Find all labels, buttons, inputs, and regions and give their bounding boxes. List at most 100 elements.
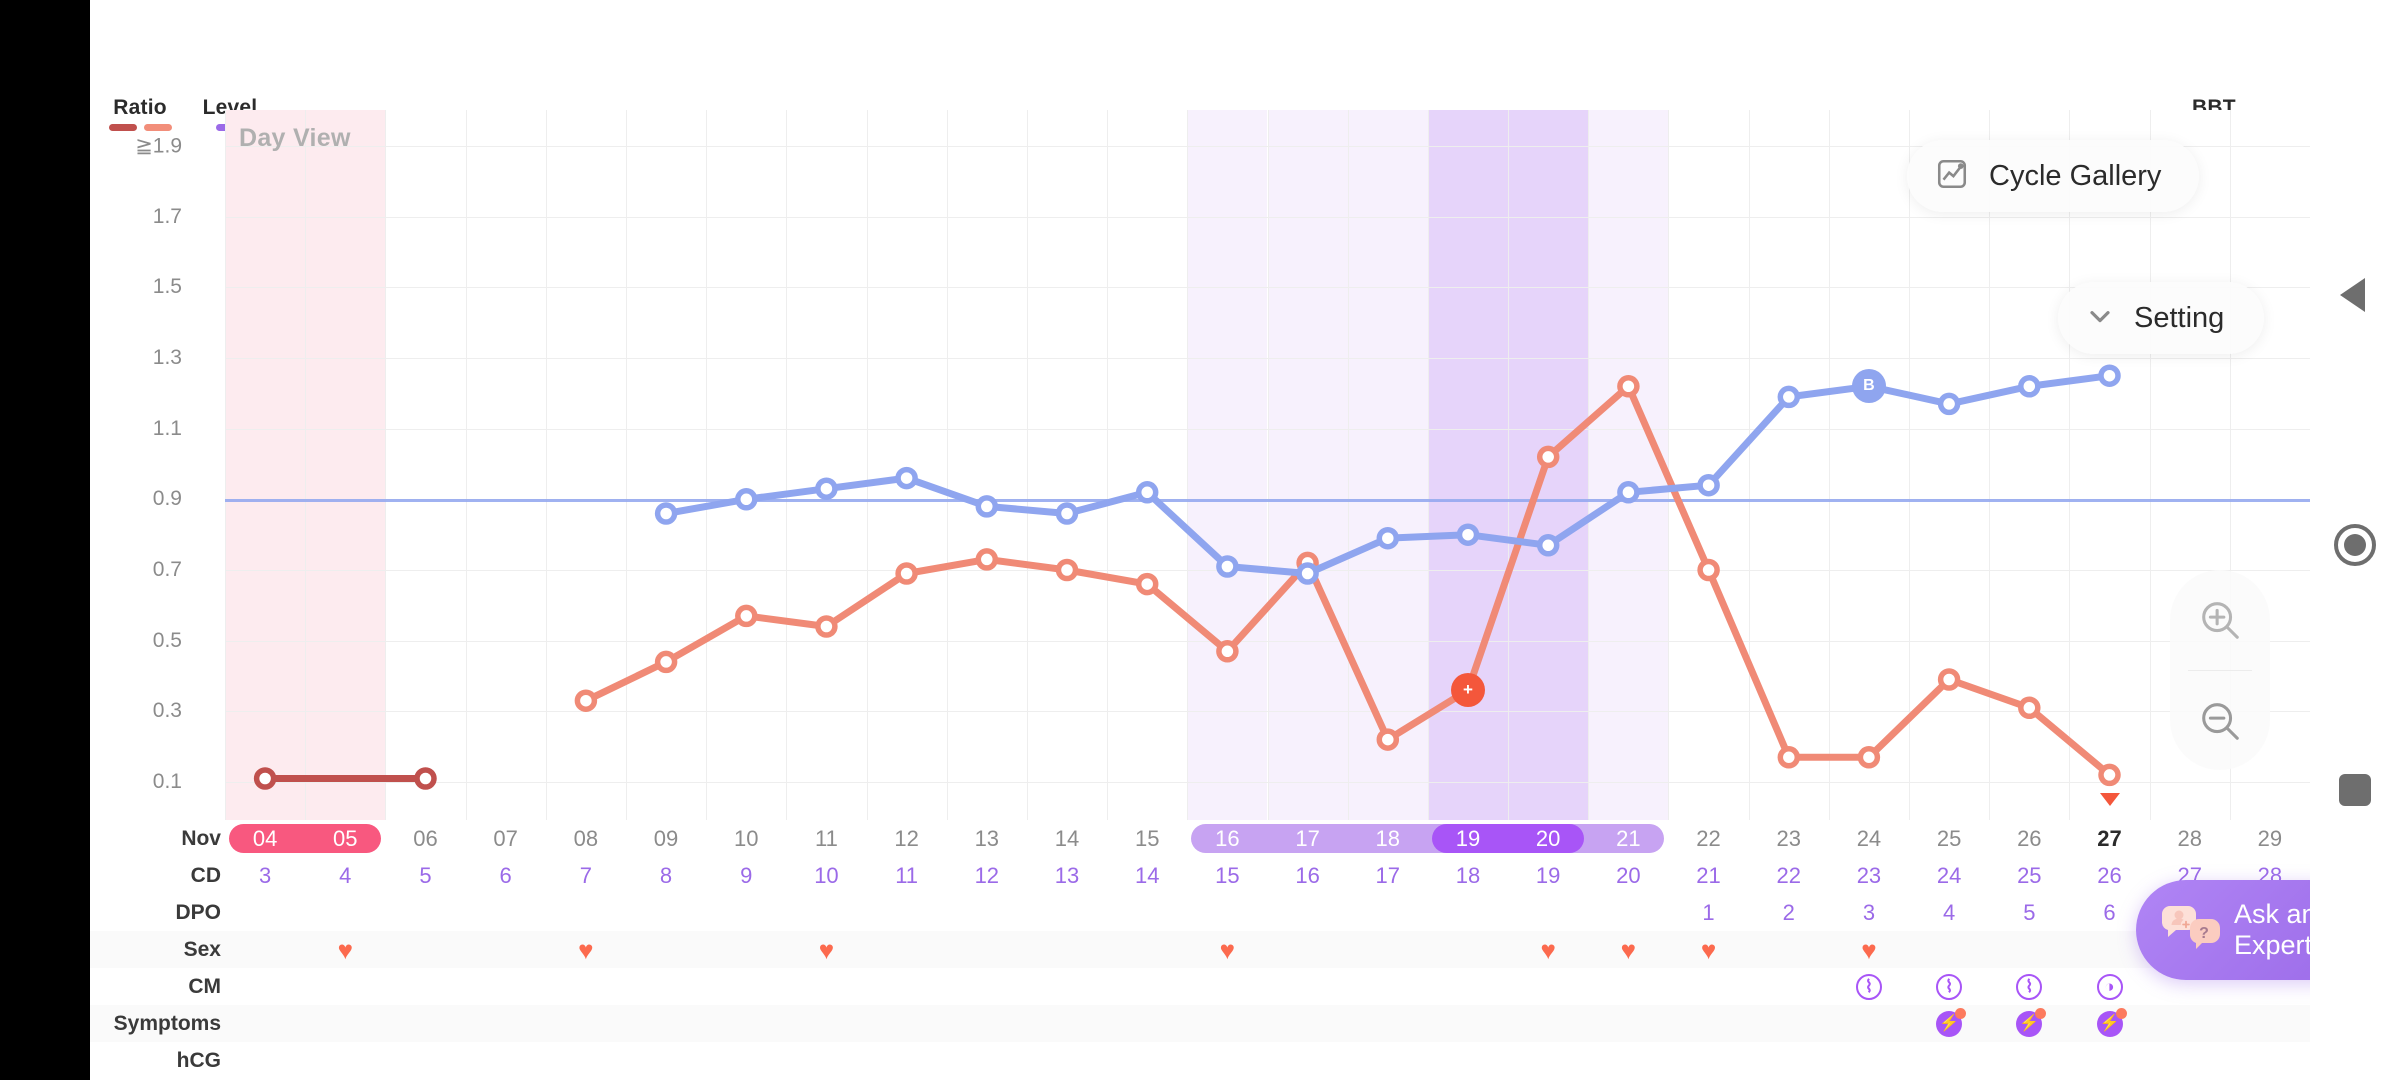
data-point[interactable] — [1536, 445, 1560, 469]
data-point[interactable] — [895, 562, 918, 585]
data-point[interactable] — [1697, 473, 1720, 497]
date-cell[interactable]: 29 — [2230, 820, 2310, 857]
cycle-day-cell[interactable]: 15 — [1187, 857, 1267, 894]
date-cell[interactable]: 07 — [466, 820, 546, 857]
data-point[interactable] — [1376, 526, 1400, 550]
dpo-cell[interactable]: 5 — [1989, 894, 2069, 931]
data-point[interactable] — [414, 767, 437, 790]
data-point[interactable] — [1937, 392, 1961, 416]
date-cell[interactable]: 17 — [1268, 820, 1348, 857]
cycle-day-cell[interactable]: 6 — [466, 857, 546, 894]
sex-entry[interactable]: ♥ — [1668, 931, 1748, 968]
data-point[interactable] — [1055, 502, 1079, 525]
date-cell[interactable]: 18 — [1348, 820, 1428, 857]
date-cell[interactable]: 04 — [225, 820, 305, 857]
data-point[interactable] — [1617, 375, 1640, 398]
cycle-day-cell[interactable]: 9 — [706, 857, 786, 894]
data-point[interactable] — [1216, 640, 1239, 663]
data-point[interactable] — [1937, 668, 1961, 691]
zoom-out-button[interactable] — [2170, 671, 2270, 770]
data-point[interactable] — [735, 604, 758, 628]
setting-button[interactable]: Setting — [2058, 282, 2265, 354]
dpo-cell[interactable]: 4 — [1909, 894, 1989, 931]
data-point[interactable] — [1697, 558, 1720, 582]
date-cell[interactable]: 20 — [1508, 820, 1588, 857]
data-point[interactable] — [1777, 385, 1801, 409]
cycle-day-cell[interactable]: 16 — [1268, 857, 1348, 894]
dpo-cell[interactable]: 2 — [1749, 894, 1829, 931]
data-point[interactable] — [574, 689, 598, 712]
sex-entry[interactable]: ♥ — [1187, 931, 1267, 968]
cycle-day-cell[interactable]: 18 — [1428, 857, 1508, 894]
cycle-day-cell[interactable]: 17 — [1348, 857, 1428, 894]
date-cell[interactable]: 06 — [385, 820, 465, 857]
sex-entry[interactable]: ♥ — [1508, 931, 1588, 968]
sex-entry[interactable]: ♥ — [546, 931, 626, 968]
cycle-day-cell[interactable]: 23 — [1829, 857, 1909, 894]
sex-entry[interactable]: ♥ — [1588, 931, 1668, 968]
dpo-cell[interactable]: 3 — [1829, 894, 1909, 931]
cycle-day-cell[interactable]: 11 — [867, 857, 947, 894]
cervical-mucus-entry[interactable]: ◑ — [2069, 968, 2149, 1005]
date-cell[interactable]: 28 — [2150, 820, 2230, 857]
cycle-day-cell[interactable]: 4 — [305, 857, 385, 894]
cervical-mucus-entry[interactable]: ⌇ — [1829, 968, 1909, 1005]
cervical-mucus-entry[interactable]: ⌇ — [1909, 968, 1989, 1005]
data-point[interactable] — [1857, 746, 1881, 769]
data-point[interactable] — [2098, 763, 2121, 787]
nav-back-button[interactable] — [2310, 250, 2400, 340]
chart-plot-area[interactable]: Day View + B — [225, 110, 2390, 820]
data-point[interactable] — [1456, 523, 1480, 546]
date-cell[interactable]: 24 — [1829, 820, 1909, 857]
date-cell[interactable]: 05 — [305, 820, 385, 857]
data-point[interactable] — [1376, 728, 1400, 751]
nav-recents-button[interactable] — [2310, 745, 2400, 835]
data-point[interactable] — [1777, 746, 1801, 769]
data-point[interactable] — [1617, 481, 1640, 504]
data-point[interactable] — [2018, 375, 2041, 398]
cycle-day-cell[interactable]: 12 — [947, 857, 1027, 894]
cervical-mucus-entry[interactable]: ⌇ — [1989, 968, 2069, 1005]
data-point[interactable] — [895, 466, 918, 490]
date-cell[interactable]: 22 — [1668, 820, 1748, 857]
date-cell[interactable]: 12 — [867, 820, 947, 857]
date-cell[interactable]: 16 — [1187, 820, 1267, 857]
cycle-day-cell[interactable]: 20 — [1588, 857, 1668, 894]
cycle-day-cell[interactable]: 13 — [1027, 857, 1107, 894]
lh-peak-marker[interactable]: + — [1450, 673, 1485, 708]
date-cell[interactable]: 19 — [1428, 820, 1508, 857]
cycle-day-cell[interactable]: 19 — [1508, 857, 1588, 894]
data-point[interactable] — [975, 548, 999, 571]
bbt-shift-marker[interactable]: B — [1851, 369, 1886, 404]
data-point[interactable] — [815, 477, 838, 500]
data-point[interactable] — [654, 650, 678, 674]
date-cell[interactable]: 11 — [786, 820, 866, 857]
data-point[interactable] — [815, 615, 838, 638]
date-cell[interactable]: 10 — [706, 820, 786, 857]
date-cell[interactable]: 25 — [1909, 820, 1989, 857]
cycle-day-cell[interactable]: 7 — [546, 857, 626, 894]
data-point[interactable] — [2098, 364, 2121, 387]
sex-entry[interactable]: ♥ — [305, 931, 385, 968]
cycle-day-cell[interactable]: 26 — [2069, 857, 2149, 894]
cycle-gallery-button[interactable]: Cycle Gallery — [1907, 140, 2200, 212]
cycle-day-cell[interactable]: 14 — [1107, 857, 1187, 894]
date-cell[interactable]: 26 — [1989, 820, 2069, 857]
date-cell[interactable]: 09 — [626, 820, 706, 857]
sex-entry[interactable]: ♥ — [786, 931, 866, 968]
data-point[interactable] — [654, 502, 678, 525]
data-point[interactable] — [2018, 696, 2041, 720]
cycle-day-cell[interactable]: 22 — [1749, 857, 1829, 894]
data-point[interactable] — [735, 488, 758, 511]
data-point[interactable] — [975, 495, 999, 518]
cycle-day-cell[interactable]: 24 — [1909, 857, 1989, 894]
data-point[interactable] — [1296, 562, 1319, 585]
data-point[interactable] — [1536, 534, 1560, 557]
date-cell[interactable]: 15 — [1107, 820, 1187, 857]
sex-entry[interactable]: ♥ — [1829, 931, 1909, 968]
date-cell[interactable]: 08 — [546, 820, 626, 857]
date-cell[interactable]: 14 — [1027, 820, 1107, 857]
symptom-entry[interactable]: ⚡ — [1989, 1005, 2069, 1042]
data-point[interactable] — [1135, 481, 1159, 504]
cycle-day-cell[interactable]: 25 — [1989, 857, 2069, 894]
